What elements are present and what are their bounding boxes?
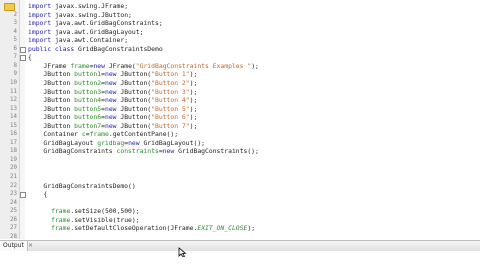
code-token: new: [128, 138, 144, 147]
code-token: JFrame: [28, 61, 71, 70]
code-token: JButton(: [120, 104, 152, 113]
warning-marker-icon[interactable]: [4, 3, 15, 11]
code-token: JButton(: [120, 87, 152, 96]
code-token: JButton: [28, 96, 75, 105]
code-token: frame: [89, 130, 109, 139]
code-token: GridBagConstraintsDemo(): [28, 181, 136, 190]
close-icon[interactable]: ×: [28, 241, 33, 251]
fold-toggle-icon[interactable]: [20, 55, 26, 62]
code-token: );: [251, 61, 259, 70]
code-token: JButton(: [120, 96, 152, 105]
code-token: button5: [74, 104, 102, 113]
code-token: {: [28, 53, 32, 62]
code-token: new: [93, 61, 109, 70]
code-line[interactable]: 28: [0, 233, 480, 239]
fold-toggle-icon[interactable]: [20, 46, 26, 53]
code-token: );: [189, 104, 198, 113]
code-token: JButton: [28, 70, 75, 79]
code-token: );: [189, 70, 198, 79]
line-number: 28: [10, 233, 17, 239]
tab-output[interactable]: Output: [0, 241, 28, 251]
code-token: frame: [51, 215, 71, 224]
code-token: button6: [74, 113, 102, 122]
fold-toggle-icon[interactable]: [20, 192, 26, 199]
code-token: JButton(: [120, 121, 152, 130]
code-token: frame: [51, 224, 71, 233]
code-token: GridBagConstraints();: [178, 147, 259, 156]
code-token: button2: [74, 78, 102, 87]
code-token: Container: [28, 130, 82, 139]
code-token: "Button 3": [151, 87, 190, 96]
code-token: java.awt.GridBagConstraints;: [54, 19, 163, 28]
mouse-pointer-icon: [178, 247, 187, 257]
code-token: java.awt.Container;: [54, 36, 129, 45]
code-token: );: [189, 121, 198, 130]
code-token: JButton: [28, 78, 75, 87]
code-token: button7: [74, 121, 102, 130]
code-token: GridBagLayout: [28, 138, 98, 147]
code-token: .setSize(500,500);: [70, 207, 140, 216]
code-token: );: [189, 96, 198, 105]
code-token: new: [104, 70, 121, 79]
code-token: import: [28, 36, 55, 45]
code-token: GridBagConstraintsDemo: [78, 44, 163, 53]
code-token: JButton: [28, 87, 75, 96]
code-token: constraints: [116, 147, 159, 156]
code-token: new: [104, 78, 121, 87]
code-token: "Button 4": [151, 96, 190, 105]
code-token: new: [104, 104, 121, 113]
code-token: "Button 7": [151, 121, 190, 130]
code-token: javax.swing.JFrame;: [54, 2, 129, 10]
code-token: EXIT_ON_CLOSE: [197, 224, 248, 233]
code-token: button1: [74, 70, 102, 79]
code-editor[interactable]: import javax.swing.JFrame; 2 import javax.…: [0, 0, 480, 239]
code-token: "Button 5": [151, 104, 190, 113]
code-token: "Button 2": [151, 78, 190, 87]
code-token: JButton(: [120, 78, 152, 87]
code-token: button3: [74, 87, 102, 96]
code-token: import: [28, 19, 55, 28]
code-token: "Button 1": [151, 70, 190, 79]
code-token: GridBagConstraints: [28, 147, 117, 156]
code-token: button4: [74, 96, 102, 105]
code-token: {: [28, 190, 48, 199]
code-token: );: [189, 113, 198, 122]
code-token: JButton: [28, 113, 75, 122]
code-token: new: [104, 96, 121, 105]
code-token: .setVisible(true);: [70, 215, 140, 224]
code-token: JButton: [28, 121, 75, 130]
code-token: );: [189, 87, 198, 96]
output-panel: [0, 251, 480, 270]
code-token: JButton(: [120, 113, 152, 122]
code-token: );: [189, 78, 198, 87]
code-token: JButton(: [120, 70, 152, 79]
code-token: new: [104, 87, 121, 96]
code-token: .setDefaultCloseOperation(JFrame.: [70, 224, 198, 233]
code-token: gridbag: [97, 138, 125, 147]
code-token: javax.swing.JButton;: [54, 10, 132, 19]
code-token: JFrame(: [108, 61, 136, 70]
code-token: new: [162, 147, 179, 156]
code-token: import: [28, 2, 55, 10]
code-token: GridBagLayout();: [143, 138, 206, 147]
code-token: new: [104, 121, 121, 130]
code-token: "Button 6": [151, 113, 190, 122]
code-token: frame: [70, 61, 90, 70]
code-token: "GridBagConstraints Examples ": [135, 61, 252, 70]
code-token: JButton: [28, 104, 75, 113]
code-token: java.awt.GridBagLayout;: [54, 27, 144, 36]
code-token: );: [247, 224, 256, 233]
code-token: frame: [51, 207, 71, 216]
code-token: .getContentPane();: [108, 130, 179, 139]
code-token: import: [28, 27, 55, 36]
code-token: public class: [28, 44, 79, 53]
code-token: import: [28, 10, 55, 19]
code-token: new: [104, 113, 121, 122]
